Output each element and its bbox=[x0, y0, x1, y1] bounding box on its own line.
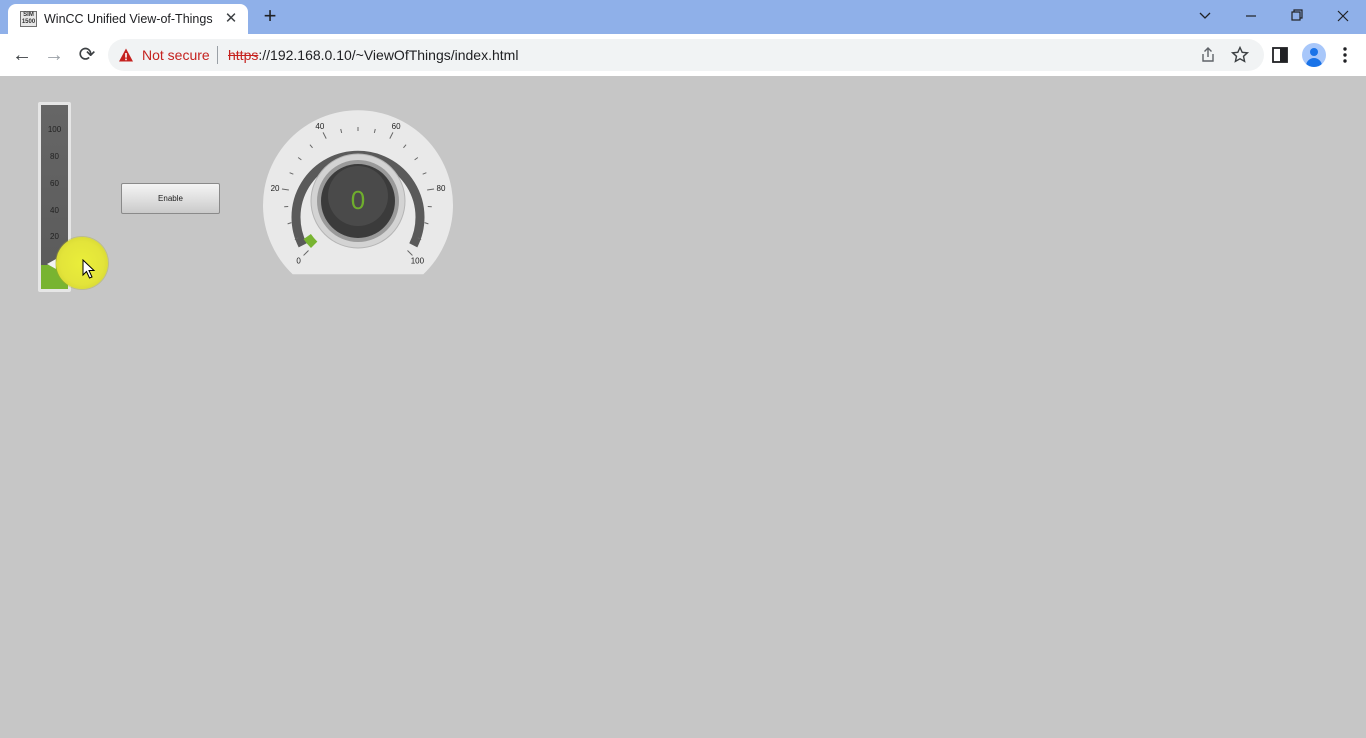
avatar-head bbox=[1310, 48, 1318, 56]
minimize-icon[interactable] bbox=[1228, 4, 1274, 28]
browser-tab[interactable]: SIM 1500 WinCC Unified View-of-Things ✕ bbox=[8, 4, 248, 34]
back-button[interactable]: ← bbox=[8, 41, 36, 69]
hmi-screen: 100 80 60 40 20 Enable 0 20 40 60 80 100 0 bbox=[0, 76, 1366, 738]
slider-tick-label: 40 bbox=[50, 206, 59, 215]
url-scheme: https bbox=[228, 47, 259, 63]
omnibox-divider bbox=[217, 46, 218, 64]
address-bar[interactable]: Not secure https://192.168.0.10/~ViewOfT… bbox=[108, 39, 1264, 71]
kebab-menu-icon[interactable] bbox=[1333, 43, 1357, 67]
gauge-label: 40 bbox=[315, 122, 324, 131]
slider-tick-label: 60 bbox=[50, 179, 59, 188]
url-text[interactable]: https://192.168.0.10/~ViewOfThings/index… bbox=[228, 47, 518, 63]
restore-icon[interactable] bbox=[1274, 4, 1320, 28]
close-icon[interactable] bbox=[1320, 4, 1366, 28]
reload-button[interactable]: ⟳ bbox=[73, 41, 101, 69]
tab-title: WinCC Unified View-of-Things bbox=[44, 12, 213, 26]
gauge-label: 20 bbox=[271, 184, 280, 193]
profile-avatar[interactable] bbox=[1302, 43, 1326, 67]
chevron-down-icon[interactable] bbox=[1182, 4, 1228, 28]
gauge-value-indicator bbox=[303, 233, 318, 249]
share-icon[interactable] bbox=[1198, 45, 1218, 65]
slider-thumb[interactable] bbox=[47, 259, 56, 269]
gauge-value: 0 bbox=[350, 185, 366, 215]
slider-tick-label: 80 bbox=[50, 152, 59, 161]
bookmark-star-icon[interactable] bbox=[1230, 45, 1250, 65]
gauge-label: 100 bbox=[411, 256, 425, 265]
gauge-label: 0 bbox=[296, 256, 301, 265]
tab-close-button[interactable]: ✕ bbox=[222, 10, 240, 28]
security-status[interactable]: Not secure bbox=[142, 47, 210, 63]
browser-toolbar: ← → ⟳ Not secure https://192.168.0.10/~V… bbox=[0, 34, 1366, 76]
slider-tick-label: 100 bbox=[47, 125, 62, 134]
side-panel-icon[interactable] bbox=[1268, 43, 1292, 67]
enable-button[interactable]: Enable bbox=[121, 183, 220, 214]
url-path: ://192.168.0.10/~ViewOfThings/index.html bbox=[258, 47, 519, 63]
gauge-label: 60 bbox=[392, 122, 401, 131]
mouse-cursor-icon bbox=[82, 259, 96, 279]
warning-icon bbox=[119, 48, 133, 62]
tab-bar: SIM 1500 WinCC Unified View-of-Things ✕ … bbox=[0, 0, 1366, 34]
forward-button[interactable]: → bbox=[40, 41, 68, 69]
gauge-label: 80 bbox=[437, 184, 446, 193]
avatar-body bbox=[1306, 58, 1322, 67]
new-tab-button[interactable]: + bbox=[258, 5, 282, 28]
slider-tick-label: 20 bbox=[50, 232, 59, 241]
tab-favicon: SIM 1500 bbox=[20, 11, 37, 27]
